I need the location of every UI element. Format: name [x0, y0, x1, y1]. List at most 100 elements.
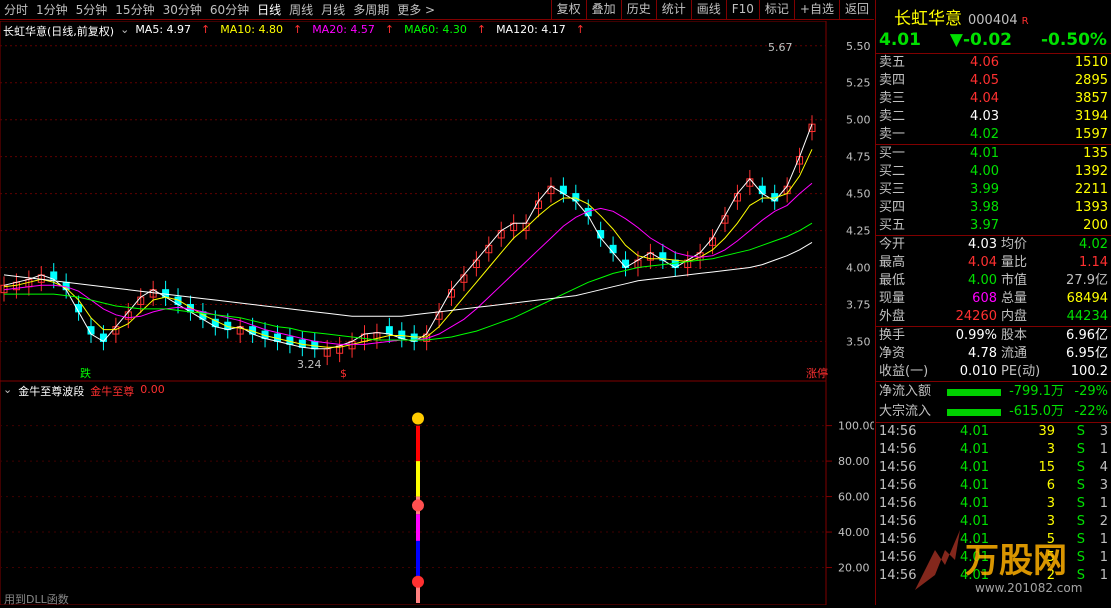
stat-label: 净资: [879, 346, 906, 361]
order-book-row[interactable]: 卖一 4.02 1597: [876, 126, 1111, 144]
tab-period[interactable]: 30分钟: [159, 1, 206, 18]
stat-label: PE(动): [1001, 364, 1041, 379]
tab-period[interactable]: 60分钟: [206, 1, 253, 18]
stat-label: 最高: [879, 255, 906, 270]
stock-code: 000404: [968, 13, 1018, 28]
stat-value: 4.03: [968, 237, 997, 252]
svg-text:www.201082.com: www.201082.com: [975, 581, 1082, 595]
stat-value: 68494: [1066, 291, 1108, 306]
tick-price: 4.01: [960, 478, 989, 493]
last-price: 4.01: [879, 30, 921, 50]
svg-text:万股网: 万股网: [965, 541, 1067, 581]
order-level-label: 卖一: [879, 127, 906, 142]
toolbar-button[interactable]: 画线: [690, 0, 726, 20]
order-level-label: 买二: [879, 164, 906, 179]
tab-period[interactable]: 月线: [317, 1, 349, 18]
y-tick-label: 5.00: [846, 114, 871, 127]
flow-pct: -22%: [1074, 404, 1108, 419]
indicator-bar-segment: [416, 514, 420, 541]
flow-label: 大宗流入: [879, 404, 932, 419]
chevron-down-icon[interactable]: ⌄: [120, 23, 129, 39]
stats-block-2: 换手 0.99% 股本 6.96亿 净资 4.78 流通 6.95亿 收益(一) 0.010 PE(…: [876, 327, 1111, 382]
indicator-tick-label: 80.00: [838, 455, 870, 468]
order-price: 4.05: [970, 73, 999, 88]
indicator-title[interactable]: 金牛至尊波段: [18, 383, 84, 399]
stat-row: 现量 608 总量 68494: [876, 290, 1111, 308]
tab-period[interactable]: 15分钟: [111, 1, 158, 18]
indicator-tick-label: 100.00: [838, 420, 874, 433]
order-volume: 3857: [1074, 91, 1108, 106]
tab-period[interactable]: 分时: [0, 1, 32, 18]
tab-period[interactable]: 日线: [253, 1, 285, 18]
order-price: 3.97: [970, 218, 999, 233]
flow-bar: [947, 388, 1001, 396]
stat-value: 24260: [955, 309, 997, 324]
toolbar-button[interactable]: F10: [725, 0, 759, 20]
candles-group: 5.67 3.24 跌 $ 涨停: [0, 41, 828, 380]
indicator-tick-label: 20.00: [838, 562, 870, 575]
tick-volume: 6: [1046, 478, 1055, 493]
order-price: 4.06: [970, 55, 999, 70]
stat-label: 换手: [879, 328, 906, 343]
y-tick-label: 4.25: [846, 225, 871, 238]
order-book-row[interactable]: 买一 4.01 135: [876, 145, 1111, 163]
order-book-row[interactable]: 买四 3.98 1393: [876, 199, 1111, 217]
indicator-bar-segment: [416, 461, 420, 497]
order-volume: 2895: [1074, 73, 1108, 88]
toolbar-button[interactable]: 标记: [758, 0, 794, 20]
tab-period[interactable]: 周线: [285, 1, 317, 18]
y-tick-label: 5.50: [846, 40, 871, 53]
tick-side: S: [1076, 478, 1085, 493]
stat-value: 0.99%: [955, 328, 997, 343]
flow-row: 大宗流入 -615.0万 -22%: [876, 402, 1111, 422]
tick-count: 1: [1099, 442, 1108, 457]
toolbar-button[interactable]: 历史: [620, 0, 656, 20]
period-tabs: 分时 1分钟 5分钟 15分钟 30分钟 60分钟 日线 周线 月线 多周期 更多 >: [0, 1, 439, 18]
order-price: 4.04: [970, 91, 999, 106]
flow-bar: [947, 408, 1001, 416]
stat-label: 现量: [879, 291, 906, 306]
stat-label: 今开: [879, 237, 906, 252]
indicator-bar-segment: [416, 540, 420, 577]
chevron-down-icon[interactable]: ⌄: [3, 383, 12, 399]
stock-name: 长虹华意: [894, 9, 962, 29]
tick-side: S: [1076, 496, 1085, 511]
order-book-row[interactable]: 买五 3.97 200: [876, 217, 1111, 235]
stat-row: 最低 4.00 市值 27.9亿: [876, 272, 1111, 290]
order-book-row[interactable]: 卖三 4.04 3857: [876, 90, 1111, 108]
order-level-label: 买四: [879, 200, 906, 215]
stat-value: 4.02: [1079, 237, 1108, 252]
tab-period[interactable]: 多周期: [349, 1, 393, 18]
up-arrow-icon: ↑: [575, 23, 585, 36]
indicator-tick-label: 40.00: [838, 526, 870, 539]
order-price: 4.03: [970, 109, 999, 124]
tab-period[interactable]: 5分钟: [72, 1, 112, 18]
tab-period[interactable]: 更多 >: [393, 1, 439, 18]
order-book-row[interactable]: 卖四 4.05 2895: [876, 72, 1111, 90]
price-change: ▼-0.02: [949, 30, 1012, 50]
chart-title[interactable]: 长虹华意(日线,前复权): [3, 23, 114, 39]
order-book-row[interactable]: 买二 4.00 1392: [876, 163, 1111, 181]
stat-label: 外盘: [879, 309, 906, 324]
order-book-row[interactable]: 买三 3.99 2211: [876, 181, 1111, 199]
toolbar-button[interactable]: 返回: [838, 0, 874, 20]
order-volume: 3194: [1074, 109, 1108, 124]
ma-label: MA120: 4.17: [496, 23, 566, 36]
stat-row: 换手 0.99% 股本 6.96亿: [876, 327, 1111, 345]
order-book-row[interactable]: 卖二 4.03 3194: [876, 108, 1111, 126]
tab-period[interactable]: 1分钟: [32, 1, 72, 18]
toolbar-button[interactable]: 统计: [655, 0, 691, 20]
toolbar-button[interactable]: +自选: [793, 0, 839, 20]
stat-value: 6.96亿: [1066, 328, 1108, 343]
order-book-row[interactable]: 卖五 4.06 1510: [876, 54, 1111, 72]
tick-row: 14:56 4.01 3 S 1: [876, 441, 1111, 459]
tick-volume: 15: [1038, 460, 1055, 475]
toolbar-button[interactable]: 复权: [550, 0, 586, 20]
order-price: 4.00: [970, 164, 999, 179]
stat-label: 流通: [1001, 346, 1028, 361]
up-arrow-icon: ↑: [476, 23, 487, 36]
fund-flow: 净流入额 -799.1万 -29% 大宗流入 -615.0万 -22%: [876, 382, 1111, 423]
toolbar-button[interactable]: 叠加: [585, 0, 621, 20]
tool-buttons: 复权 叠加 历史 统计 画线 F10 标记 +自选 返回: [550, 0, 874, 20]
order-price: 4.02: [970, 127, 999, 142]
